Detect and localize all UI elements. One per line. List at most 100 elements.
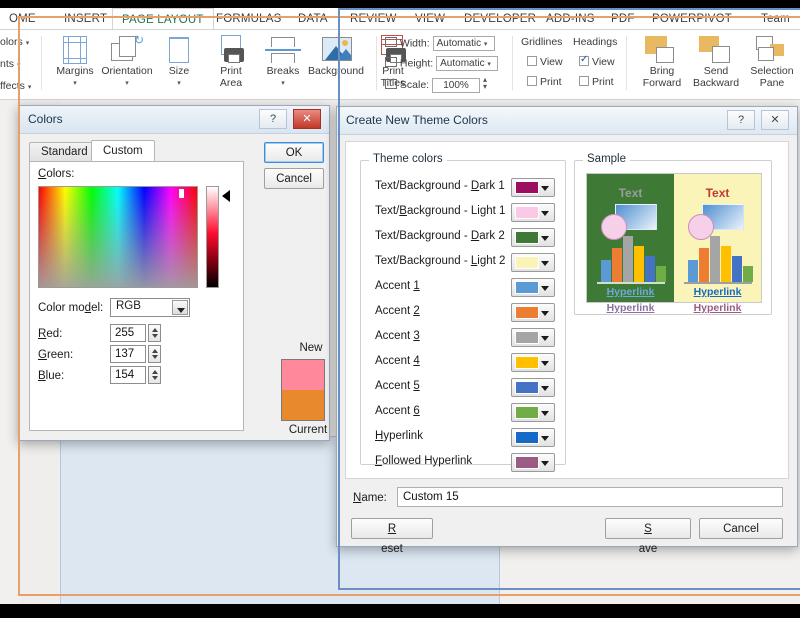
checkbox-checked-icon bbox=[579, 56, 589, 66]
theme-color-swatch-button[interactable] bbox=[511, 403, 555, 422]
ok-button[interactable]: OK bbox=[264, 142, 324, 163]
chevron-down-icon[interactable] bbox=[538, 354, 552, 371]
gridlines-print-checkbox[interactable]: Print bbox=[527, 76, 562, 88]
chevron-down-icon[interactable] bbox=[538, 329, 552, 346]
margins-button[interactable]: Margins ▾ bbox=[49, 32, 101, 89]
tab-powerpivot[interactable]: POWERPIVOT bbox=[643, 8, 741, 30]
theme-colors-button[interactable]: olors ▾ bbox=[0, 36, 29, 48]
tab-developer[interactable]: DEVELOPER bbox=[455, 8, 545, 30]
colors-dialog-titlebar[interactable]: Colors ? ✕ bbox=[19, 106, 329, 134]
chevron-down-icon[interactable] bbox=[538, 429, 552, 446]
spectrum-crosshair[interactable] bbox=[179, 189, 184, 198]
theme-color-swatch-button[interactable] bbox=[511, 453, 555, 472]
size-icon bbox=[153, 35, 205, 65]
green-stepper[interactable] bbox=[148, 345, 161, 363]
help-icon[interactable]: ? bbox=[727, 110, 755, 130]
chevron-down-icon[interactable] bbox=[172, 300, 188, 315]
reset-button[interactable]: Reset bbox=[351, 518, 433, 539]
width-row[interactable]: Width: Automatic ▾ bbox=[385, 36, 495, 51]
red-stepper[interactable] bbox=[148, 324, 161, 342]
height-icon bbox=[385, 57, 397, 67]
tab-insert[interactable]: INSERT bbox=[55, 8, 116, 30]
tab-view[interactable]: VIEW bbox=[406, 8, 454, 30]
breaks-button[interactable]: Breaks ▾ bbox=[257, 32, 309, 89]
tab-pdf[interactable]: PDF bbox=[602, 8, 644, 30]
breaks-label: Breaks bbox=[257, 66, 309, 77]
background-button[interactable]: Background bbox=[305, 32, 367, 77]
tab-team[interactable]: Team bbox=[752, 8, 799, 30]
new-color-swatch bbox=[282, 360, 324, 390]
luminance-slider[interactable] bbox=[206, 186, 219, 288]
chevron-down-icon[interactable] bbox=[538, 204, 552, 221]
theme-color-swatch-button[interactable] bbox=[511, 253, 555, 272]
tab-home[interactable]: OME bbox=[0, 8, 45, 30]
tab-page-layout[interactable]: PAGE LAYOUT bbox=[112, 8, 214, 30]
scale-row[interactable]: Scale: 100% ▴▾ bbox=[385, 76, 491, 93]
sample-hyperlink[interactable]: Hyperlink bbox=[674, 286, 761, 298]
tab-formulas[interactable]: FORMULAS bbox=[207, 8, 291, 30]
headings-view-checkbox[interactable]: View bbox=[579, 56, 615, 68]
color-model-select[interactable]: RGB bbox=[110, 298, 190, 317]
chevron-down-icon[interactable] bbox=[538, 229, 552, 246]
send-backward-label-1: Send bbox=[690, 66, 742, 77]
tab-add-ins[interactable]: ADD-INS bbox=[537, 8, 604, 30]
tab-review[interactable]: REVIEW bbox=[341, 8, 406, 30]
scale-input[interactable]: 100% bbox=[432, 78, 480, 93]
close-x-icon[interactable]: ✕ bbox=[293, 109, 321, 129]
tab-data[interactable]: DATA bbox=[289, 8, 337, 30]
close-x-icon[interactable]: ✕ bbox=[761, 110, 789, 130]
send-backward-button[interactable]: Send Backward bbox=[690, 32, 742, 89]
blue-input[interactable]: 154 bbox=[110, 366, 146, 384]
theme-color-swatch-button[interactable] bbox=[511, 278, 555, 297]
luminance-slider-arrow[interactable] bbox=[222, 190, 230, 202]
theme-color-swatch-button[interactable] bbox=[511, 303, 555, 322]
theme-color-swatch-button[interactable] bbox=[511, 353, 555, 372]
theme-color-swatch-button[interactable] bbox=[511, 428, 555, 447]
gridlines-view-checkbox[interactable]: View bbox=[527, 56, 563, 68]
theme-color-swatch-button[interactable] bbox=[511, 328, 555, 347]
tab-standard[interactable]: Standard bbox=[29, 142, 100, 161]
scale-stepper[interactable]: ▴▾ bbox=[483, 76, 491, 90]
chevron-down-icon[interactable] bbox=[538, 379, 552, 396]
theme-dialog-titlebar[interactable]: Create New Theme Colors ? ✕ bbox=[337, 107, 797, 135]
help-icon[interactable]: ? bbox=[259, 109, 287, 129]
chevron-down-icon[interactable] bbox=[538, 304, 552, 321]
print-area-button[interactable]: Print Area bbox=[205, 32, 257, 89]
theme-color-swatch-button[interactable] bbox=[511, 178, 555, 197]
chevron-down-icon[interactable] bbox=[538, 404, 552, 421]
sample-followed-hyperlink[interactable]: Hyperlink bbox=[674, 302, 761, 314]
theme-color-swatch-button[interactable] bbox=[511, 228, 555, 247]
color-preview bbox=[281, 359, 325, 421]
color-swatch bbox=[515, 331, 539, 344]
cancel-button[interactable]: Cancel bbox=[264, 168, 324, 189]
sample-followed-hyperlink[interactable]: Hyperlink bbox=[587, 302, 674, 314]
theme-effects-button[interactable]: ffects ▾ bbox=[0, 80, 31, 92]
chevron-down-icon: ▾ bbox=[125, 80, 129, 87]
theme-fonts-button[interactable]: nts ▾ bbox=[0, 58, 20, 70]
blue-stepper[interactable] bbox=[148, 366, 161, 384]
width-combo[interactable]: Automatic ▾ bbox=[433, 36, 495, 51]
bring-forward-button[interactable]: Bring Forward bbox=[636, 32, 688, 89]
height-row[interactable]: Height: Automatic ▾ bbox=[385, 56, 498, 71]
height-combo[interactable]: Automatic ▾ bbox=[436, 56, 498, 71]
save-button[interactable]: Save bbox=[605, 518, 691, 539]
chevron-down-icon[interactable] bbox=[538, 454, 552, 471]
selection-pane-button[interactable]: Selection Pane bbox=[744, 32, 800, 89]
tab-custom[interactable]: Custom bbox=[91, 140, 155, 161]
headings-print-checkbox[interactable]: Print bbox=[579, 76, 614, 88]
sample-bar bbox=[634, 246, 644, 282]
red-input[interactable]: 255 bbox=[110, 324, 146, 342]
sample-hyperlink[interactable]: Hyperlink bbox=[587, 286, 674, 298]
orientation-button[interactable]: ↻ Orientation ▾ bbox=[101, 32, 153, 89]
theme-name-input[interactable]: Custom 15 bbox=[397, 487, 783, 507]
chevron-down-icon[interactable] bbox=[538, 279, 552, 296]
theme-color-swatch-button[interactable] bbox=[511, 378, 555, 397]
green-input[interactable]: 137 bbox=[110, 345, 146, 363]
size-button[interactable]: Size ▾ bbox=[153, 32, 205, 89]
theme-color-swatch-button[interactable] bbox=[511, 203, 555, 222]
chevron-down-icon[interactable] bbox=[538, 254, 552, 271]
theme-cancel-button[interactable]: Cancel bbox=[699, 518, 783, 539]
color-spectrum-picker[interactable] bbox=[38, 186, 198, 288]
theme-color-row: Hyperlink bbox=[361, 425, 569, 450]
chevron-down-icon[interactable] bbox=[538, 179, 552, 196]
